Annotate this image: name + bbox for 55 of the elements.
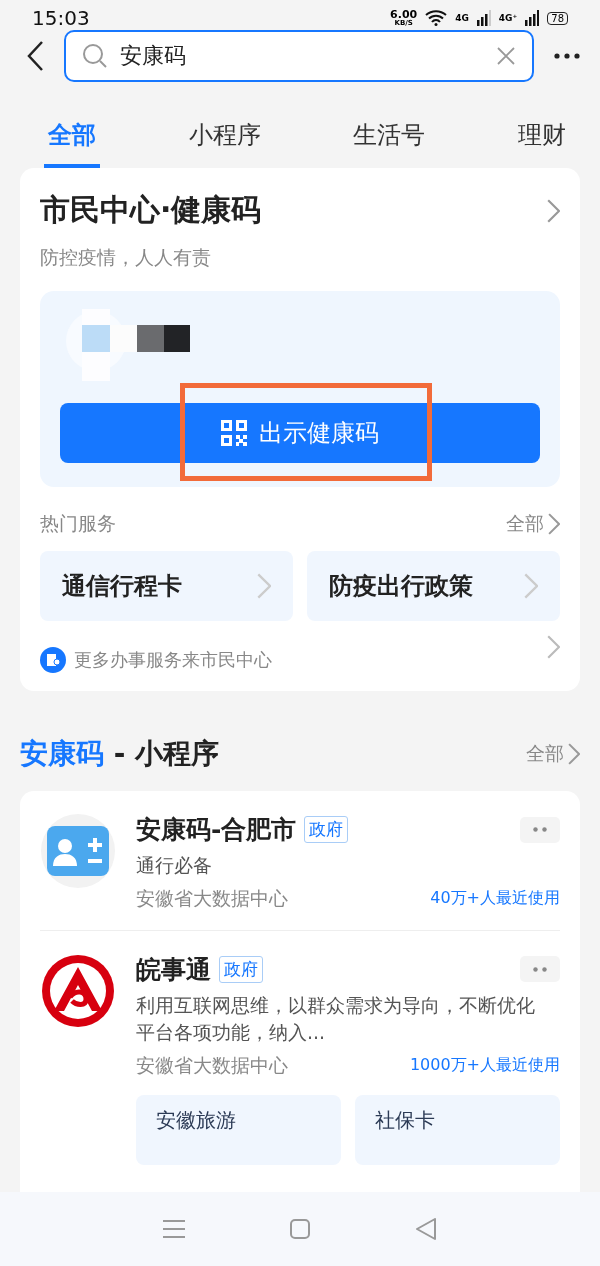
government-tag: 政府 bbox=[219, 955, 263, 983]
program-name[interactable]: 安康码-合肥市 bbox=[136, 813, 297, 846]
more-options-button[interactable] bbox=[520, 816, 560, 843]
usage-count: 1000万+人最近使用 bbox=[409, 1055, 560, 1077]
more-services-link[interactable]: 更多办事服务来市民中心 bbox=[40, 647, 272, 673]
status-time: 15:03 bbox=[32, 6, 90, 30]
battery-level: 78 bbox=[547, 11, 568, 25]
usage-count: 40万+人最近使用 bbox=[430, 888, 560, 910]
search-input[interactable]: 安康码 bbox=[118, 42, 486, 70]
chevron-right-icon bbox=[523, 573, 538, 599]
section-label: 热门服务 bbox=[40, 511, 116, 536]
network-speed: 6.00 bbox=[390, 9, 418, 20]
chevron-right-icon bbox=[547, 513, 560, 535]
program-provider: 安徽省大数据中心 bbox=[136, 1052, 288, 1078]
program-provider: 安徽省大数据中心 bbox=[136, 885, 288, 911]
government-tag: 政府 bbox=[304, 816, 349, 843]
signal-icon bbox=[525, 10, 540, 26]
chevron-right-icon bbox=[546, 198, 560, 223]
chevron-right-icon bbox=[567, 743, 580, 765]
signal-icon bbox=[476, 10, 491, 26]
card-title: 市民中心·健康码 bbox=[40, 191, 262, 229]
network-type: 4G bbox=[455, 13, 469, 23]
tab[interactable]: 理财 bbox=[513, 106, 570, 168]
dots-icon bbox=[533, 966, 547, 972]
chevron-right-icon bbox=[546, 635, 560, 659]
back-button[interactable] bbox=[26, 40, 44, 72]
tab[interactable]: 小程序 bbox=[184, 106, 265, 168]
emblem-app-icon bbox=[40, 952, 116, 1029]
service-chip[interactable]: 安徽旅游 bbox=[136, 1094, 341, 1165]
more-button[interactable] bbox=[554, 53, 580, 59]
service-tile[interactable]: 通信行程卡 bbox=[40, 551, 293, 621]
back-nav-button[interactable] bbox=[415, 1218, 438, 1240]
search-box[interactable]: 安康码 bbox=[64, 30, 534, 82]
menu-button[interactable] bbox=[162, 1220, 185, 1238]
view-all-link[interactable]: 全部 bbox=[505, 511, 560, 537]
program-description: 通行必备 bbox=[136, 853, 213, 878]
dots-icon bbox=[533, 827, 547, 832]
network-type: 4G⁺ bbox=[498, 13, 518, 23]
more-options-button[interactable] bbox=[520, 956, 560, 983]
search-icon bbox=[82, 43, 108, 69]
show-health-code-button[interactable]: 出示健康码 bbox=[60, 403, 540, 463]
contact-app-icon bbox=[40, 813, 116, 889]
chevron-right-icon bbox=[256, 573, 271, 599]
wifi-icon bbox=[425, 10, 448, 26]
program-description: 利用互联网思维，以群众需求为导向，不断优化平台各项功能，纳入... bbox=[136, 992, 536, 1046]
home-button[interactable] bbox=[290, 1219, 310, 1239]
qr-code-icon bbox=[221, 420, 247, 446]
service-chip[interactable]: 社保卡 bbox=[355, 1094, 560, 1165]
program-name[interactable]: 皖事通 bbox=[136, 952, 211, 986]
service-tile[interactable]: 防疫出行政策 bbox=[307, 551, 560, 621]
section-title: 安康码 - 小程序 bbox=[20, 736, 220, 772]
card-subtitle: 防控疫情，人人有责 bbox=[40, 245, 212, 270]
clear-button[interactable] bbox=[496, 46, 516, 66]
tab[interactable]: 生活号 bbox=[349, 106, 430, 168]
document-person-icon bbox=[40, 647, 66, 673]
